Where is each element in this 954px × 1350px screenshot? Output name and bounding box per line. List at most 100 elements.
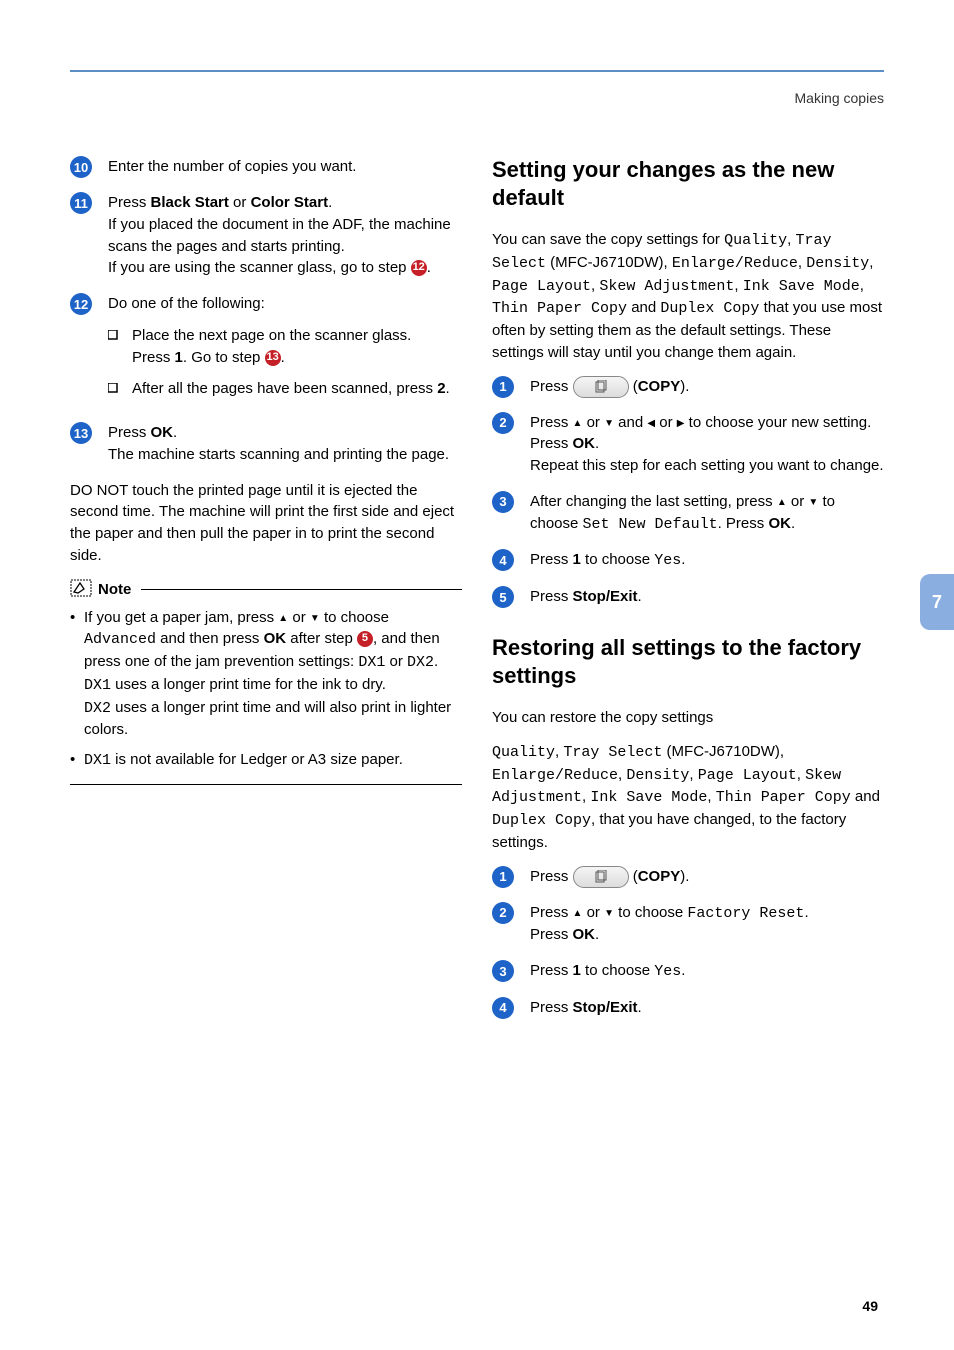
t: ,	[860, 277, 864, 294]
t: or	[655, 414, 677, 431]
note-item-1: • If you get a paper jam, press ▲ or ▼ t…	[70, 607, 462, 742]
step-number-13: 13	[70, 422, 92, 444]
top-rule	[70, 70, 884, 72]
note-heading: Note	[70, 579, 462, 601]
ref-12-icon: 12	[411, 260, 427, 276]
ok-label: OK	[573, 926, 596, 943]
t: .	[434, 653, 438, 670]
note-icon	[70, 579, 92, 601]
up-arrow-icon: ▲	[573, 908, 583, 919]
factory-reset-code: Factory Reset	[687, 905, 804, 922]
step-number: 3	[492, 960, 514, 982]
copy-button-icon	[573, 376, 629, 398]
up-arrow-icon: ▲	[573, 418, 583, 429]
note-item-2: • DX1 is not available for Ledger or A3 …	[70, 749, 462, 772]
t: uses a longer print time and will also p…	[84, 699, 451, 739]
t: Press	[530, 962, 573, 979]
t: If you placed the document in the ADF, t…	[108, 216, 451, 255]
step-10: 10 Enter the number of copies you want.	[70, 156, 462, 178]
t: .	[281, 349, 285, 366]
rstep-1: 1 Press (COPY).	[492, 376, 884, 398]
t: If you get a paper jam, press	[84, 609, 278, 626]
t: or	[787, 493, 809, 510]
step-number: 3	[492, 491, 514, 513]
step-number: 1	[492, 866, 514, 888]
t: Place the next page on the scanner glass…	[132, 327, 411, 344]
c: Duplex Copy	[492, 812, 591, 829]
c: Thin Paper Copy	[492, 300, 627, 317]
t: Press	[108, 424, 151, 441]
yes-code: Yes	[654, 552, 681, 569]
t: You can save the copy settings for	[492, 231, 724, 248]
c: Thin Paper Copy	[716, 789, 851, 806]
down-arrow-icon: ▼	[310, 613, 320, 624]
chapter-tab: 7	[920, 574, 954, 630]
c: Enlarge/Reduce	[672, 255, 798, 272]
t: ).	[680, 378, 689, 395]
c: Skew Adjustment	[599, 278, 734, 295]
header-title: Making copies	[70, 90, 884, 106]
right-column: Setting your changes as the new default …	[492, 156, 884, 1033]
t: Press	[530, 926, 573, 943]
t: Repeat this step for each setting you wa…	[530, 457, 884, 474]
c: Page Layout	[492, 278, 591, 295]
intro-para-1: You can save the copy settings for Quali…	[492, 229, 884, 364]
square-bullet-icon	[108, 330, 124, 369]
rstep-3: 3 After changing the last setting, press…	[492, 491, 884, 536]
t: is not available for Ledger or A3 size p…	[111, 751, 403, 768]
rstep-5: 5 Press Stop/Exit.	[492, 586, 884, 608]
t: ,	[798, 254, 806, 271]
c: Duplex Copy	[660, 300, 759, 317]
step-11: 11 Press Black Start or Color Start. If …	[70, 192, 462, 279]
columns: 10 Enter the number of copies you want. …	[70, 156, 884, 1033]
c: Tray Select	[563, 744, 662, 761]
step-11-body: Press Black Start or Color Start. If you…	[108, 192, 462, 279]
key-1: 1	[573, 551, 581, 568]
t: .	[681, 962, 685, 979]
t: . Go to step	[183, 349, 265, 366]
t: .	[595, 926, 599, 943]
t: to choose your new setting.	[684, 414, 871, 431]
t: After all the pages have been scanned, p…	[132, 380, 437, 397]
c: Density	[626, 767, 689, 784]
dx1-code: DX1	[84, 752, 111, 769]
note-list: • If you get a paper jam, press ▲ or ▼ t…	[70, 607, 462, 772]
key-1: 1	[175, 349, 183, 366]
t: . Press	[718, 515, 769, 532]
black-start: Black Start	[151, 194, 229, 211]
t: Press	[530, 551, 573, 568]
t: .	[791, 515, 795, 532]
step-13-body: Press OK. The machine starts scanning an…	[108, 422, 462, 466]
yes-code: Yes	[654, 963, 681, 980]
c: Quality	[492, 744, 555, 761]
t: ,	[797, 766, 805, 783]
advanced-code: Advanced	[84, 631, 156, 648]
set-new-default-code: Set New Default	[583, 516, 718, 533]
t: (MFC-J6710DW),	[546, 254, 672, 271]
step-number: 4	[492, 549, 514, 571]
page: Making copies 10 Enter the number of cop…	[0, 0, 954, 1073]
step-13: 13 Press OK. The machine starts scanning…	[70, 422, 462, 466]
t: Press	[530, 435, 573, 452]
key-2: 2	[437, 380, 445, 397]
fstep-3: 3 Press 1 to choose Yes.	[492, 960, 884, 983]
t: and then press	[156, 630, 264, 647]
copy-label: COPY	[638, 868, 681, 885]
t: Press	[530, 999, 573, 1016]
rstep-2: 2 Press ▲ or ▼ and ◀ or ▶ to choose your…	[492, 412, 884, 477]
t: or	[582, 414, 604, 431]
fstep-2: 2 Press ▲ or ▼ to choose Factory Reset. …	[492, 902, 884, 947]
t: Press	[530, 868, 573, 885]
t: (MFC-J6710DW),	[662, 743, 784, 760]
t: ,	[734, 277, 742, 294]
t: .	[427, 259, 431, 276]
bullet-1: Place the next page on the scanner glass…	[108, 325, 462, 369]
step-number-10: 10	[70, 156, 92, 178]
step-10-body: Enter the number of copies you want.	[108, 156, 462, 178]
t: uses a longer print time for the ink to …	[111, 676, 386, 693]
t: or	[582, 904, 604, 921]
t: .	[328, 194, 332, 211]
bullet-dot-icon: •	[70, 749, 84, 772]
t: .	[173, 424, 177, 441]
ref-5-icon: 5	[357, 631, 373, 647]
